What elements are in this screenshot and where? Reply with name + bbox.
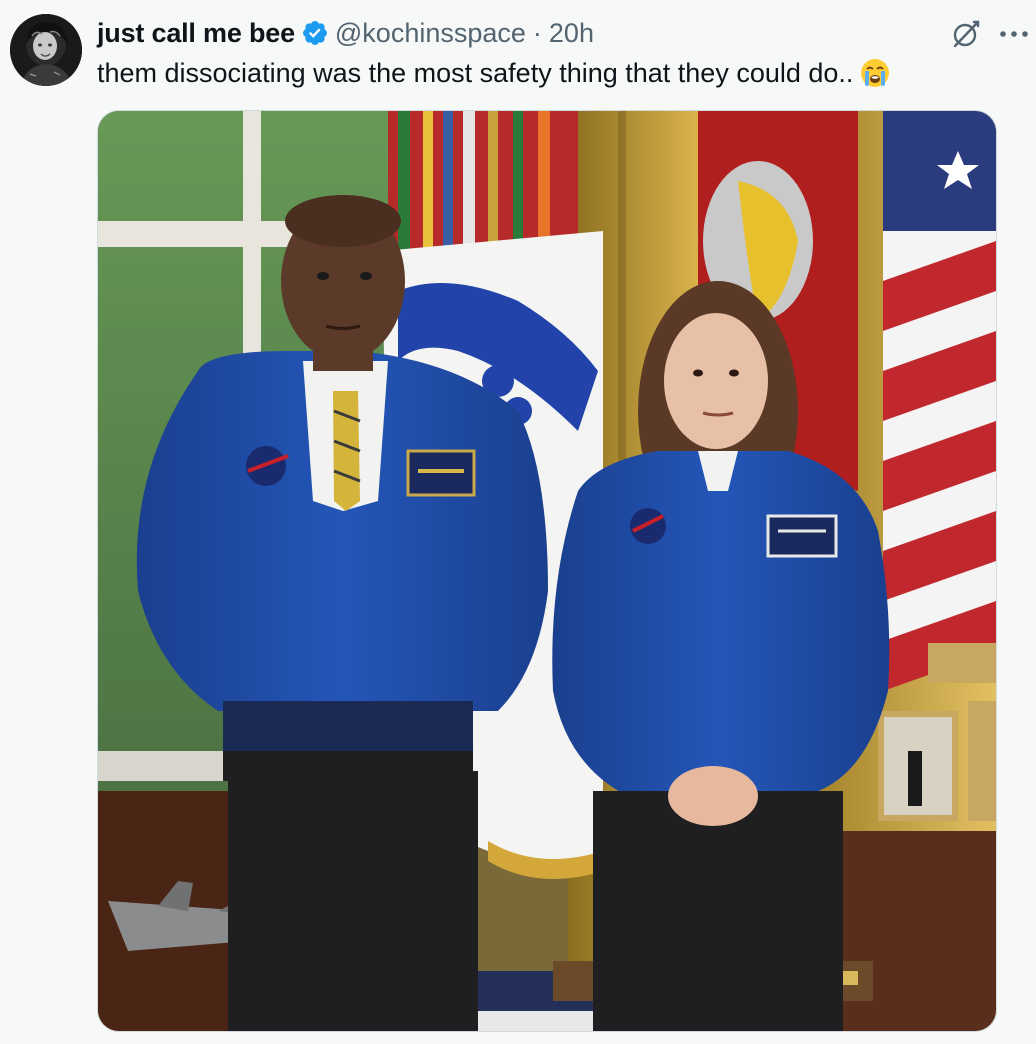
avatar-image	[10, 14, 82, 86]
loudly-crying-face-icon	[859, 57, 891, 89]
tweet-text: them dissociating was the most safety th…	[97, 56, 891, 90]
avatar[interactable]	[10, 14, 82, 86]
tweet-text-content: them dissociating was the most safety th…	[97, 58, 854, 88]
astronauts-photo	[98, 111, 996, 1031]
timestamp[interactable]: 20h	[549, 18, 594, 49]
display-name[interactable]: just call me bee	[97, 18, 295, 49]
more-options-icon[interactable]	[996, 18, 1032, 50]
tweet-media-photo[interactable]	[97, 110, 997, 1032]
author-handle[interactable]: @kochinsspace	[335, 18, 526, 49]
verified-badge-icon[interactable]	[301, 19, 329, 47]
grok-icon[interactable]	[950, 18, 982, 50]
separator-dot: ·	[532, 17, 542, 48]
tweet-header: just call me bee @kochinsspace · 20h	[97, 14, 594, 52]
tweet[interactable]: just call me bee @kochinsspace · 20h the…	[0, 0, 1036, 1044]
